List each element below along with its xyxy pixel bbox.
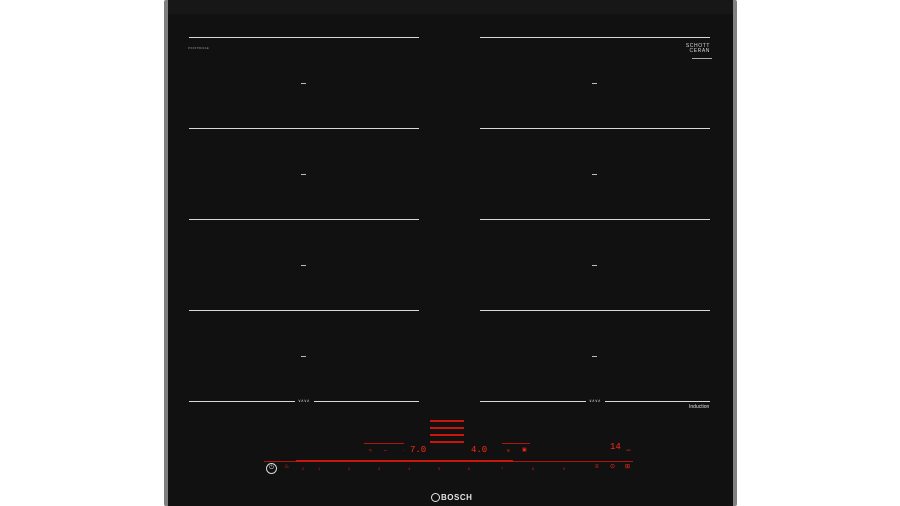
timer-button-icon[interactable]: ⊙: [610, 464, 615, 470]
glass-brand: SCHOTT CERAN: [678, 44, 710, 54]
right-zone-line-4: [480, 310, 710, 311]
glass-brand-line2: CERAN: [689, 48, 710, 54]
right-zone-power-level: 4.0: [471, 445, 488, 455]
slider-label-0[interactable]: 0: [302, 467, 304, 471]
zone-indicator-bar-4: [430, 441, 464, 443]
right-zone-center-mark-1: [592, 83, 597, 84]
right-display-icon-a[interactable]: ≡: [507, 449, 510, 454]
right-zone-center-mark-4: [592, 356, 597, 357]
slider-label-5[interactable]: 5: [438, 467, 440, 471]
timer-unit: min: [626, 448, 631, 452]
power-boost-button[interactable]: ♨: [284, 464, 289, 470]
slider-label-2[interactable]: 2: [348, 467, 350, 471]
left-display-minus-icon[interactable]: –: [384, 449, 387, 454]
left-zone-power-level: 7.0: [410, 445, 427, 455]
menu-button-icon[interactable]: ≡: [595, 464, 599, 470]
power-button[interactable]: ⏻: [266, 463, 277, 474]
left-zone-line-1: [189, 37, 419, 38]
slider-label-8[interactable]: 8: [532, 467, 534, 471]
glass-brand-underline: [692, 58, 712, 59]
right-zone-line-5a: [480, 401, 586, 402]
left-zone-line-2: [189, 128, 419, 129]
glass-top-edge: [168, 0, 733, 14]
left-flex-zone-icon: ∨∧∨∧: [298, 398, 310, 403]
right-zone-line-5b: [605, 401, 710, 402]
slider-label-4[interactable]: 4: [408, 467, 410, 471]
right-zone-center-mark-2: [592, 174, 597, 175]
cooktop-glass: PXX675DC1E SCHOTT CERAN ∨∧∨∧ ∨∧∨∧ Induct…: [168, 0, 733, 506]
left-zone-line-3: [189, 219, 419, 220]
left-zone-center-mark-3: [301, 265, 306, 266]
slider-label-7[interactable]: 7: [501, 467, 503, 471]
left-display-topbar: [364, 443, 404, 444]
left-display-wave-icon[interactable]: ≈: [369, 449, 372, 454]
slider-label-1[interactable]: 1: [318, 467, 320, 471]
model-number: PXX675DC1E: [188, 46, 210, 50]
slider-label-3[interactable]: 3: [378, 467, 380, 471]
right-flex-zone-icon: ∨∧∨∧: [589, 398, 601, 403]
induction-label: Induction: [689, 404, 710, 410]
power-slider-bar[interactable]: [296, 460, 513, 462]
left-zone-line-5b: [314, 401, 419, 402]
left-zone-center-mark-2: [301, 174, 306, 175]
lock-button-icon[interactable]: ⊞: [625, 464, 630, 470]
right-display-icon-b[interactable]: ▣: [522, 448, 527, 453]
bosch-logo-icon: [431, 493, 440, 502]
left-zone-center-mark-4: [301, 356, 306, 357]
slider-right-extension: [513, 461, 633, 462]
bosch-logo-text: BOSCH: [441, 493, 473, 502]
left-display-dot-icon[interactable]: ∙: [403, 449, 404, 454]
right-zone-center-mark-3: [592, 265, 597, 266]
right-zone-line-2: [480, 128, 710, 129]
left-zone-center-mark-1: [301, 83, 306, 84]
slider-label-6[interactable]: 6: [468, 467, 470, 471]
left-zone-line-5a: [189, 401, 295, 402]
right-display-topbar: [502, 443, 530, 444]
zone-indicator-bar-3: [430, 434, 464, 436]
slider-label-9[interactable]: 9: [563, 467, 565, 471]
timer-display: 14: [610, 442, 621, 452]
right-zone-line-1: [480, 37, 710, 38]
slider-left-extension: [264, 461, 296, 462]
zone-indicator-bar-2: [430, 427, 464, 429]
zone-indicator-bar-1: [430, 420, 464, 422]
right-zone-line-3: [480, 219, 710, 220]
left-zone-line-4: [189, 310, 419, 311]
